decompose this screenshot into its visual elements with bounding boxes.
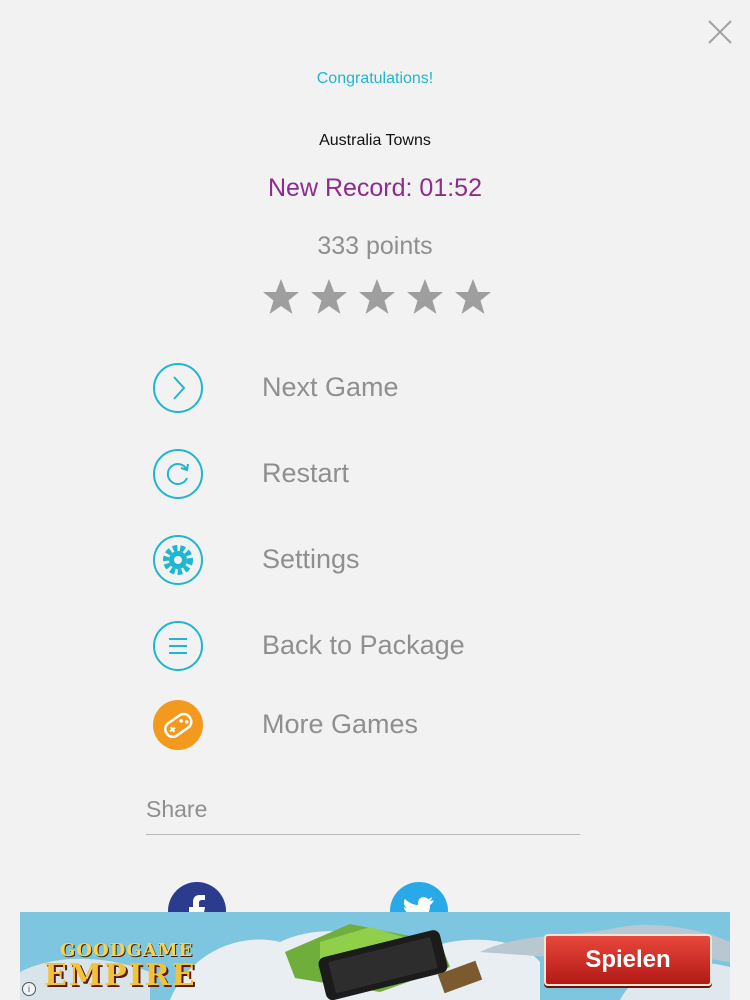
gamepad-icon — [153, 700, 203, 750]
back-to-package-label: Back to Package — [262, 630, 465, 660]
restart-icon — [153, 449, 203, 499]
star-icon — [455, 279, 491, 314]
list-icon — [153, 621, 203, 671]
back-to-package-button[interactable]: Back to Package — [152, 618, 592, 672]
restart-button[interactable]: Restart — [152, 446, 592, 500]
restart-label: Restart — [262, 458, 350, 488]
ad-logo-main: EMPIRE — [44, 958, 197, 993]
star-icon — [311, 279, 347, 314]
settings-label: Settings — [262, 544, 360, 574]
ad-banner[interactable]: GOODGAME EMPIRE Spielen i — [20, 912, 730, 1000]
chevron-right-icon — [153, 363, 203, 413]
close-button[interactable] — [704, 16, 736, 48]
share-divider — [146, 834, 580, 835]
more-games-label: More Games — [262, 709, 419, 739]
star-icon — [263, 279, 299, 314]
ad-info-icon[interactable]: i — [22, 982, 36, 996]
share-label: Share — [146, 796, 208, 822]
next-game-button[interactable]: Next Game — [152, 360, 592, 414]
gear-icon — [153, 535, 203, 585]
star-rating — [261, 277, 493, 317]
settings-button[interactable]: Settings — [152, 532, 592, 586]
points: 333 points — [317, 232, 433, 260]
star-icon — [359, 279, 395, 314]
new-record: New Record: 01:52 — [267, 174, 482, 202]
next-game-label: Next Game — [262, 372, 399, 402]
close-icon — [708, 20, 732, 44]
congratulations-text: Congratulations! — [316, 70, 434, 87]
star-icon — [407, 279, 443, 314]
ad-play-button[interactable]: Spielen — [544, 934, 712, 986]
more-games-button[interactable]: More Games — [152, 697, 592, 751]
level-name: Australia Towns — [319, 132, 431, 149]
